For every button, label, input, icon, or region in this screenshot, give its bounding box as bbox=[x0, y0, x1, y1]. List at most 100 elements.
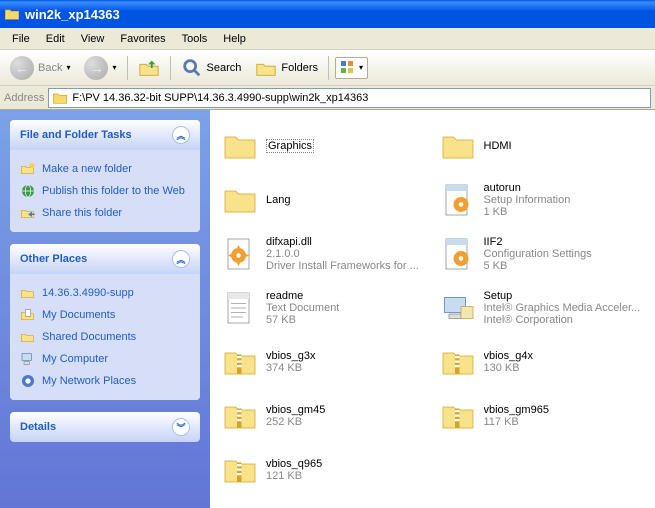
place-shared-documents[interactable]: Shared Documents bbox=[20, 326, 190, 348]
file-item[interactable]: IIF2Configuration Settings5 KB bbox=[438, 228, 646, 280]
chevron-down-icon: ▾ bbox=[112, 63, 116, 72]
globe-icon bbox=[20, 183, 36, 199]
addressbar: Address F:\PV 14.36.32-bit SUPP\14.36.3.… bbox=[0, 86, 655, 110]
file-meta: 2.1.0.0 bbox=[266, 248, 419, 260]
tasks-header[interactable]: File and Folder Tasks ︽ bbox=[10, 120, 200, 150]
folder-icon bbox=[4, 6, 20, 22]
places-panel: Other Places ︽ 14.36.3.4990-supp My Docu… bbox=[10, 244, 200, 400]
menubar: File Edit View Favorites Tools Help bbox=[0, 28, 655, 50]
menu-tools[interactable]: Tools bbox=[174, 31, 216, 47]
views-button[interactable]: ▾ bbox=[335, 57, 368, 79]
task-label: Publish this folder to the Web bbox=[42, 185, 185, 197]
content: File and Folder Tasks ︽ Make a new folde… bbox=[0, 110, 655, 508]
places-header[interactable]: Other Places ︽ bbox=[10, 244, 200, 274]
menu-favorites[interactable]: Favorites bbox=[112, 31, 173, 47]
setup-icon bbox=[440, 290, 476, 326]
task-publish[interactable]: Publish this folder to the Web bbox=[20, 180, 190, 202]
task-label: Share this folder bbox=[42, 207, 122, 219]
separator bbox=[127, 56, 128, 80]
folder-icon bbox=[20, 285, 36, 301]
file-item[interactable]: readmeText Document57 KB bbox=[220, 282, 428, 334]
details-panel: Details ︾ bbox=[10, 412, 200, 442]
chevron-down-icon: ︾ bbox=[172, 418, 190, 436]
folder-up-icon bbox=[138, 57, 160, 79]
file-name: IIF2 bbox=[484, 236, 592, 248]
separator bbox=[328, 56, 329, 80]
tasks-body: Make a new folder Publish this folder to… bbox=[10, 150, 200, 232]
place-parent-folder[interactable]: 14.36.3.4990-supp bbox=[20, 282, 190, 304]
folder-icon bbox=[52, 90, 68, 106]
file-name: autorun bbox=[484, 182, 571, 194]
file-item[interactable]: vbios_gm965117 KB bbox=[438, 390, 646, 442]
file-item[interactable]: Lang bbox=[220, 174, 428, 226]
place-network[interactable]: My Network Places bbox=[20, 370, 190, 392]
file-name: vbios_gm45 bbox=[266, 404, 325, 416]
file-name: Graphics bbox=[266, 139, 314, 153]
file-text: difxapi.dll2.1.0.0Driver Install Framewo… bbox=[266, 236, 419, 272]
details-title: Details bbox=[20, 421, 56, 433]
file-list[interactable]: Graphics HDMI Lang autorunSetup Information… bbox=[210, 110, 655, 508]
menu-view[interactable]: View bbox=[73, 31, 113, 47]
place-my-documents[interactable]: My Documents bbox=[20, 304, 190, 326]
back-button[interactable]: ← Back ▾ bbox=[6, 54, 74, 82]
file-item[interactable]: vbios_gm45252 KB bbox=[220, 390, 428, 442]
file-text: vbios_g4x130 KB bbox=[484, 350, 534, 374]
place-label: Shared Documents bbox=[42, 331, 136, 343]
folder-icon bbox=[440, 128, 476, 164]
file-name: HDMI bbox=[484, 140, 512, 152]
file-meta: 130 KB bbox=[484, 362, 534, 374]
menu-file[interactable]: File bbox=[4, 31, 38, 47]
back-icon: ← bbox=[10, 56, 34, 80]
file-item[interactable]: SetupIntel® Graphics Media Acceler...Int… bbox=[438, 282, 646, 334]
file-meta: Setup Information bbox=[484, 194, 571, 206]
sidebar: File and Folder Tasks ︽ Make a new folde… bbox=[0, 110, 210, 508]
file-item[interactable]: vbios_g3x374 KB bbox=[220, 336, 428, 388]
address-path: F:\PV 14.36.32-bit SUPP\14.36.3.4990-sup… bbox=[72, 92, 368, 104]
address-field[interactable]: F:\PV 14.36.32-bit SUPP\14.36.3.4990-sup… bbox=[48, 88, 651, 108]
forward-button[interactable]: → ▾ bbox=[80, 54, 120, 82]
folder-icon bbox=[222, 128, 258, 164]
file-meta: 121 KB bbox=[266, 470, 322, 482]
file-text: vbios_g3x374 KB bbox=[266, 350, 316, 374]
file-meta: 252 KB bbox=[266, 416, 325, 428]
menu-help[interactable]: Help bbox=[215, 31, 254, 47]
place-my-computer[interactable]: My Computer bbox=[20, 348, 190, 370]
task-share[interactable]: Share this folder bbox=[20, 202, 190, 224]
place-label: 14.36.3.4990-supp bbox=[42, 287, 134, 299]
ini-icon bbox=[440, 236, 476, 272]
file-item[interactable]: autorunSetup Information1 KB bbox=[438, 174, 646, 226]
task-label: Make a new folder bbox=[42, 163, 132, 175]
folders-button[interactable]: Folders bbox=[251, 55, 322, 81]
file-item[interactable]: HDMI bbox=[438, 120, 646, 172]
file-text: vbios_q965121 KB bbox=[266, 458, 322, 482]
task-new-folder[interactable]: Make a new folder bbox=[20, 158, 190, 180]
file-meta: 374 KB bbox=[266, 362, 316, 374]
file-meta: 117 KB bbox=[484, 416, 549, 428]
details-header[interactable]: Details ︾ bbox=[10, 412, 200, 442]
zip-icon bbox=[222, 398, 258, 434]
file-item[interactable]: Graphics bbox=[220, 120, 428, 172]
file-text: autorunSetup Information1 KB bbox=[484, 182, 571, 218]
folders-icon bbox=[255, 57, 277, 79]
file-text: Graphics bbox=[266, 139, 314, 153]
separator bbox=[170, 56, 171, 80]
file-text: SetupIntel® Graphics Media Acceler...Int… bbox=[484, 290, 641, 326]
computer-icon bbox=[20, 351, 36, 367]
chevron-up-icon: ︽ bbox=[172, 126, 190, 144]
network-icon bbox=[20, 373, 36, 389]
window-title: win2k_xp14363 bbox=[25, 7, 120, 22]
up-button[interactable] bbox=[134, 55, 164, 81]
menu-edit[interactable]: Edit bbox=[38, 31, 73, 47]
file-meta: 57 KB bbox=[266, 314, 339, 326]
file-name: vbios_g3x bbox=[266, 350, 316, 362]
file-item[interactable]: vbios_g4x130 KB bbox=[438, 336, 646, 388]
file-item[interactable]: vbios_q965121 KB bbox=[220, 444, 428, 496]
file-meta: 5 KB bbox=[484, 260, 592, 272]
file-text: vbios_gm965117 KB bbox=[484, 404, 549, 428]
file-meta: 1 KB bbox=[484, 206, 571, 218]
share-icon bbox=[20, 205, 36, 221]
file-text: Lang bbox=[266, 194, 290, 206]
search-button[interactable]: Search bbox=[177, 55, 246, 81]
place-label: My Network Places bbox=[42, 375, 136, 387]
file-item[interactable]: difxapi.dll2.1.0.0Driver Install Framewo… bbox=[220, 228, 428, 280]
